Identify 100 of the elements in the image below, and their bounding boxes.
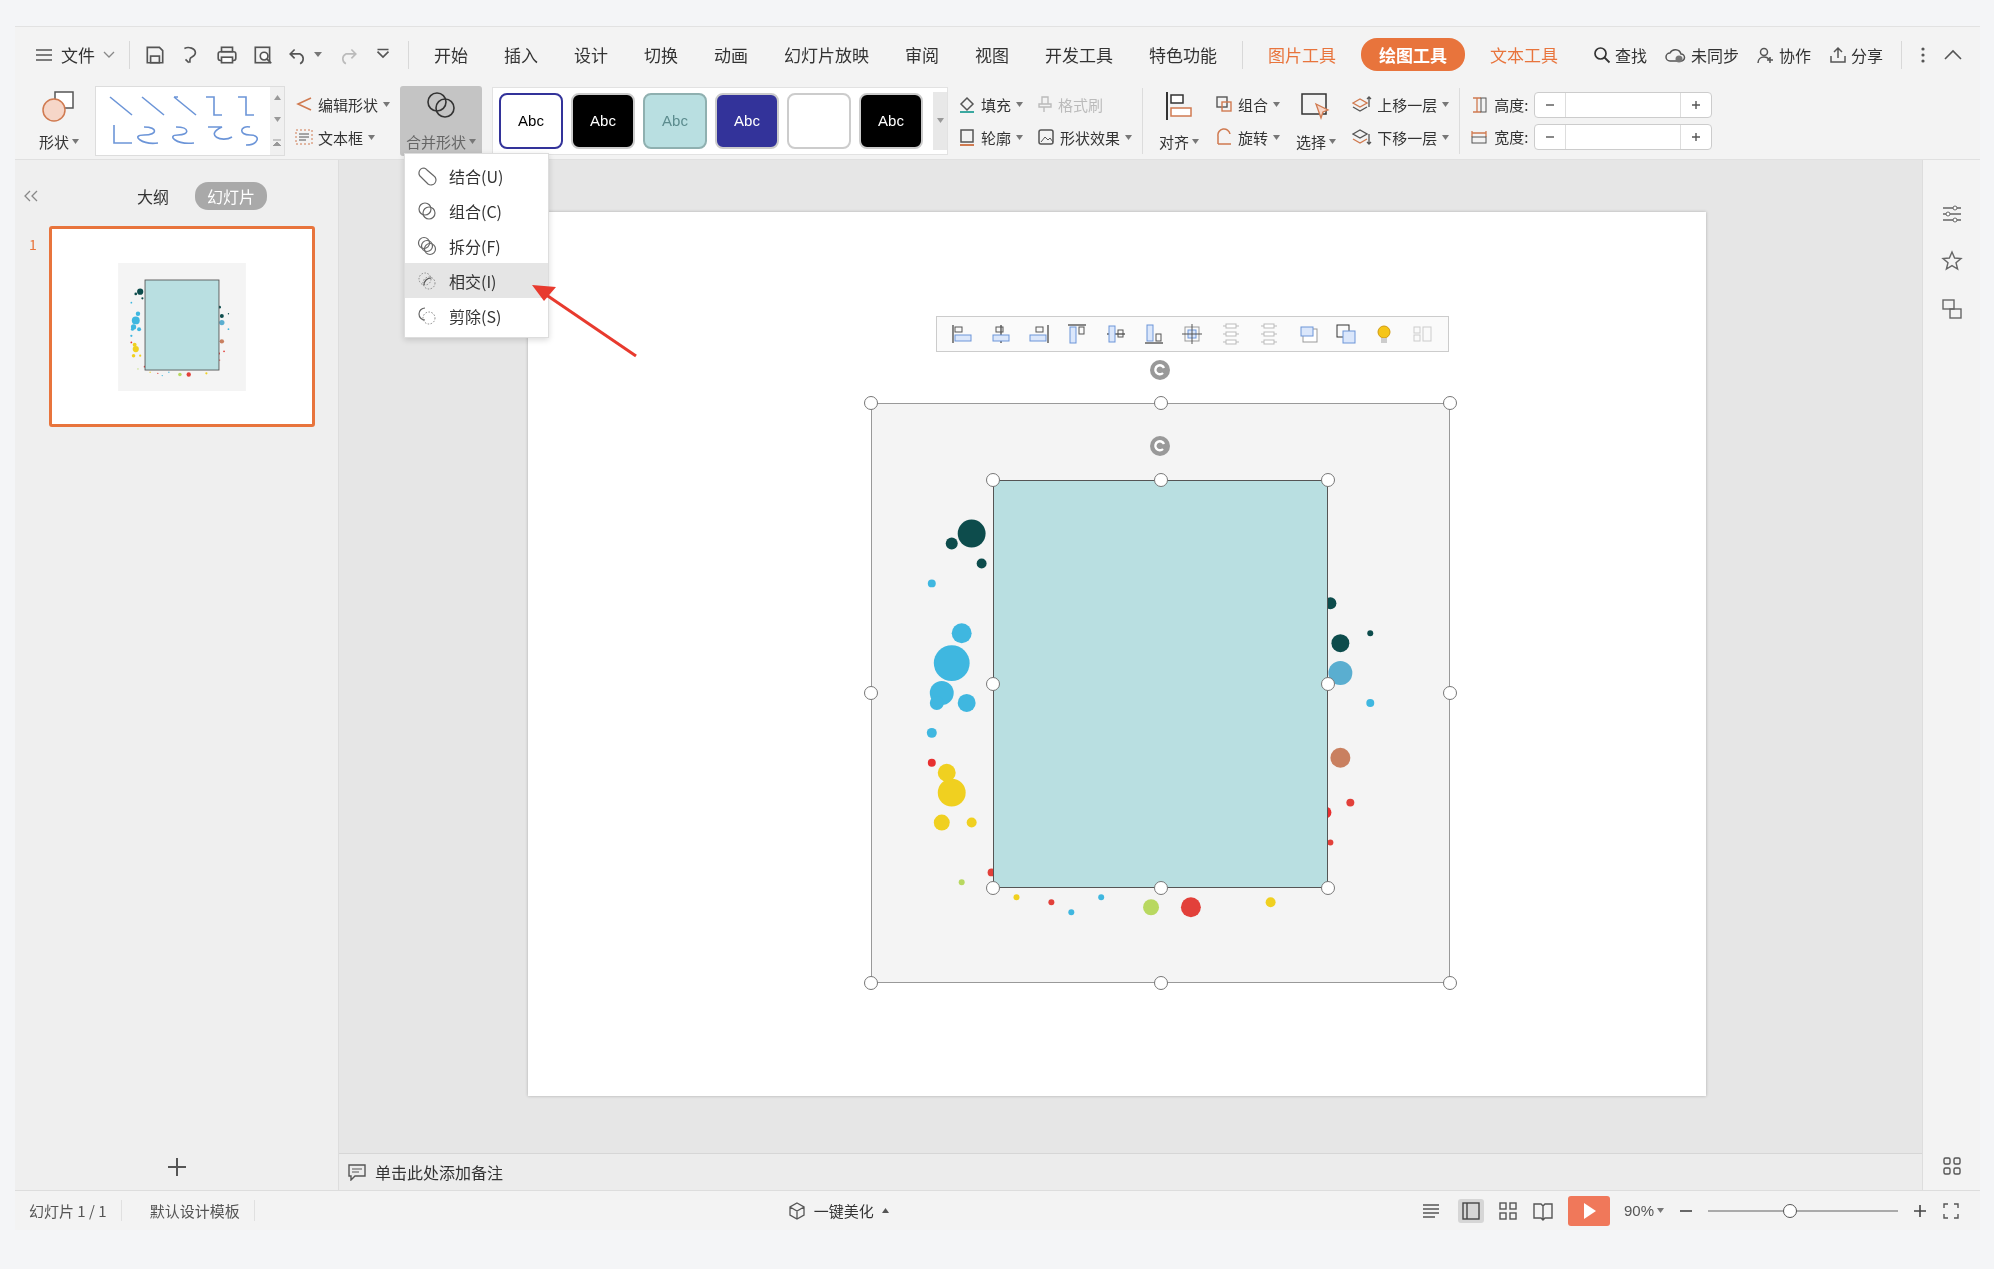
union-icon: [417, 165, 437, 186]
align-button[interactable]: 对齐: [1153, 85, 1206, 156]
menu-item[interactable]: 组合(C): [405, 193, 548, 228]
align-middle-icon[interactable]: [1104, 323, 1127, 345]
menu-item[interactable]: 相交(I): [405, 263, 548, 298]
zoom-in-icon[interactable]: [1912, 1202, 1928, 1219]
scroll-up-icon[interactable]: [273, 95, 281, 100]
caret-icon: [1657, 1208, 1664, 1213]
scroll-down-icon[interactable]: [936, 118, 944, 123]
shape-style-swatch[interactable]: Abc: [499, 92, 564, 149]
fragment-icon: [417, 235, 437, 256]
rotate-button[interactable]: 旋转: [1215, 126, 1281, 148]
beautify-button[interactable]: 一键美化: [787, 1200, 889, 1221]
height-field[interactable]: [1534, 91, 1713, 118]
menu-tab[interactable]: 动画: [703, 38, 759, 71]
overlap-icon[interactable]: [1334, 323, 1357, 345]
align-top-icon[interactable]: [1066, 323, 1089, 345]
more-icon[interactable]: [1920, 45, 1926, 64]
star-icon[interactable]: [1940, 250, 1963, 272]
send-backward-button[interactable]: 下移一层: [1352, 126, 1450, 148]
search-button[interactable]: 查找: [1592, 42, 1647, 67]
width-field[interactable]: [1534, 123, 1713, 150]
caret-icon: [72, 138, 79, 144]
menu-tab[interactable]: 切换: [633, 38, 689, 71]
fill-icon: [958, 95, 977, 113]
shape-effect-button[interactable]: 形状效果: [1037, 126, 1133, 148]
fit-window-icon[interactable]: [1942, 1201, 1960, 1220]
menu-tab[interactable]: 视图: [964, 38, 1020, 71]
menu-tab[interactable]: 特色功能: [1138, 38, 1228, 71]
menu-tab[interactable]: 审阅: [894, 38, 950, 71]
caret-icon: [469, 138, 477, 144]
outline-button[interactable]: 轮廓: [958, 126, 1024, 148]
text-box-button[interactable]: 文本框: [295, 126, 391, 148]
resize-handle[interactable]: [1443, 396, 1457, 410]
height-label: 高度:: [1494, 94, 1529, 115]
align-bottom-icon[interactable]: [1143, 323, 1166, 345]
caret-icon: [1016, 101, 1024, 107]
center-icon[interactable]: [1181, 323, 1204, 345]
slide-thumbnail[interactable]: [48, 226, 315, 427]
resize-handle[interactable]: [864, 976, 878, 990]
menu-tab[interactable]: 开始: [423, 38, 479, 71]
menu-item[interactable]: 结合(U): [405, 158, 548, 193]
zoom-level-dropdown[interactable]: 90%: [1623, 1202, 1664, 1219]
shape-style-swatch[interactable]: [787, 92, 852, 149]
group-button[interactable]: 组合: [1215, 93, 1281, 115]
shape-style-swatch[interactable]: Abc: [715, 92, 780, 149]
resize-handle[interactable]: [864, 686, 878, 700]
align-right-icon[interactable]: [1027, 323, 1050, 345]
line-shape-gallery[interactable]: [95, 85, 285, 156]
cube-icon: [787, 1201, 806, 1220]
print-icon[interactable]: [216, 43, 238, 66]
menu-tab[interactable]: 设计: [563, 38, 619, 71]
sync-button[interactable]: 未同步: [1664, 42, 1739, 67]
normal-view-icon[interactable]: [1457, 1198, 1484, 1223]
add-slide-icon[interactable]: [165, 1156, 188, 1178]
shape-button[interactable]: 形状: [33, 85, 85, 156]
align-center-icon[interactable]: [989, 323, 1012, 345]
notes-placeholder[interactable]: 单击此处添加备注: [375, 1160, 503, 1184]
menu-tab[interactable]: 插入: [493, 38, 549, 71]
resize-handle[interactable]: [864, 396, 878, 410]
reading-view-icon[interactable]: [1531, 1200, 1554, 1221]
menu-item[interactable]: 拆分(F): [405, 228, 548, 263]
menu-tab[interactable]: 幻灯片放映: [773, 38, 880, 71]
share-icon: [1829, 45, 1847, 64]
group-icon: [1215, 95, 1234, 113]
fill-button[interactable]: 填充: [958, 93, 1024, 115]
collapse-panel-icon[interactable]: [23, 190, 39, 202]
expand-gallery-icon[interactable]: [273, 139, 281, 146]
rotate-handle-icon[interactable]: [1150, 360, 1170, 380]
share-button[interactable]: 分享: [1829, 42, 1883, 67]
resize-handle[interactable]: [1443, 976, 1457, 990]
shape-style-swatch[interactable]: Abc: [571, 92, 636, 149]
panel-tab[interactable]: 大纲: [125, 182, 181, 210]
shape-style-swatch[interactable]: Abc: [859, 92, 924, 149]
search-icon: [1592, 45, 1611, 64]
file-menu[interactable]: 文件: [35, 42, 115, 67]
menu-tab[interactable]: 开发工具: [1034, 38, 1124, 71]
collapse-ribbon-icon[interactable]: [1944, 48, 1962, 61]
grid-view-icon[interactable]: [1497, 1200, 1518, 1221]
rotate-handle-icon[interactable]: [1150, 436, 1170, 456]
play-slideshow-icon[interactable]: [1567, 1195, 1610, 1226]
bring-forward-button[interactable]: 上移一层: [1352, 93, 1450, 115]
shapes-icon: [41, 89, 77, 124]
collaborate-button[interactable]: 协作: [1756, 42, 1811, 67]
layer-up-icon: [1352, 95, 1373, 113]
grid-icon[interactable]: [1941, 1156, 1962, 1176]
align-left-icon[interactable]: [951, 323, 974, 345]
select-button[interactable]: 选择: [1290, 85, 1343, 156]
properties-icon[interactable]: [1940, 204, 1963, 224]
edit-shape-button[interactable]: 编辑形状: [295, 93, 391, 115]
menu-item[interactable]: 剪除(S): [405, 298, 548, 333]
print-preview-icon[interactable]: [252, 43, 274, 66]
resize-handle[interactable]: [1443, 686, 1457, 700]
resize-handle[interactable]: [1153, 396, 1168, 410]
template-name: 默认设计模板: [135, 1200, 255, 1221]
caret-icon: [368, 134, 376, 140]
swap-icon[interactable]: [1940, 298, 1963, 320]
scroll-down-icon[interactable]: [273, 117, 281, 122]
caret-icon[interactable]: [314, 52, 322, 57]
save-icon[interactable]: [144, 43, 166, 66]
